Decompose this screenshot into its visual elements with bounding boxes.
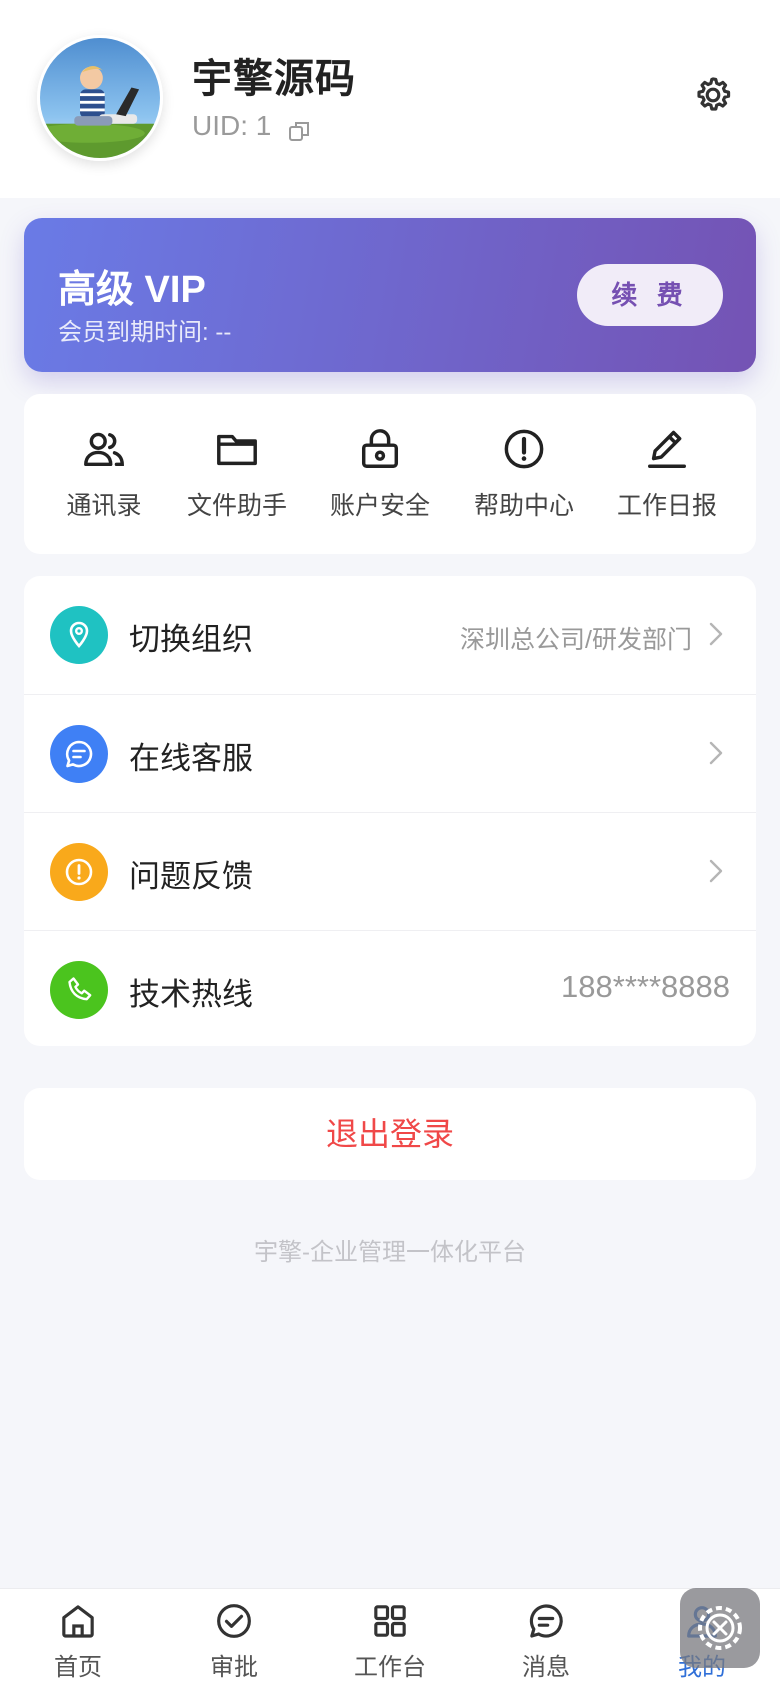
edit-icon xyxy=(648,430,686,468)
tab-label: 审批 xyxy=(210,1654,258,1681)
vip-title: 高级 VIP xyxy=(58,269,206,311)
home-icon xyxy=(62,1605,94,1638)
menu-item-hotline[interactable]: 技术热线 188****8888 xyxy=(24,930,756,1048)
logout-button[interactable]: 退出登录 xyxy=(24,1088,756,1180)
tab-label: 工作台 xyxy=(354,1654,426,1681)
shortcut-label: 文件助手 xyxy=(186,492,287,520)
platform-footer-text: 宇擎-企业管理一体化平台 xyxy=(254,1239,526,1266)
menu-item-value: 深圳总公司/研发部门 xyxy=(460,626,692,654)
avatar[interactable] xyxy=(37,35,163,161)
uid-text: UID: 1 xyxy=(192,110,272,141)
menu-item-label: 在线客服 xyxy=(129,741,253,776)
tab-workbench[interactable]: 工作台 xyxy=(330,1601,450,1682)
folder-icon xyxy=(217,434,257,466)
shortcut-label: 工作日报 xyxy=(616,492,717,520)
menu-item-feedback[interactable]: 问题反馈 xyxy=(24,812,756,930)
shortcut-grid: 通讯录 文件助手 账户安全 帮助中心 工作日报 xyxy=(24,394,756,554)
settings-gear-icon[interactable] xyxy=(692,74,734,116)
vip-expire-text: 会员到期时间: -- xyxy=(58,319,232,346)
menu-item-label: 切换组织 xyxy=(129,622,253,657)
avatar-image xyxy=(40,38,160,158)
shortcut-security[interactable]: 账户安全 xyxy=(310,426,450,522)
shortcut-daily-report[interactable]: 工作日报 xyxy=(597,426,737,522)
tab-approval[interactable]: 审批 xyxy=(174,1601,294,1682)
uid-row: UID: 1 xyxy=(192,110,311,142)
chevron-right-icon xyxy=(709,622,723,646)
check-circle-icon xyxy=(217,1604,251,1638)
menu-item-label: 问题反馈 xyxy=(129,859,253,894)
hotline-number[interactable]: 188****8888 xyxy=(561,969,730,1005)
gear-close-icon xyxy=(698,1606,742,1650)
contacts-icon xyxy=(84,432,124,467)
phone-icon xyxy=(50,961,108,1019)
message-icon xyxy=(529,1604,563,1638)
tab-label: 消息 xyxy=(522,1654,570,1681)
shortcut-help[interactable]: 帮助中心 xyxy=(454,426,594,522)
grid-icon xyxy=(374,1605,406,1637)
alert-circle-icon xyxy=(504,429,544,469)
bottom-tab-bar: 首页 审批 工作台 消息 我的 xyxy=(0,1588,780,1688)
menu-item-online-service[interactable]: 在线客服 xyxy=(24,694,756,812)
shortcut-label: 账户安全 xyxy=(329,492,430,520)
floating-settings-button[interactable] xyxy=(680,1588,760,1668)
chevron-right-icon xyxy=(709,741,723,765)
profile-header: 宇擎源码 UID: 1 xyxy=(0,0,780,198)
tab-home[interactable]: 首页 xyxy=(18,1601,138,1682)
vip-card: 高级 VIP 会员到期时间: -- 续 费 xyxy=(24,218,756,372)
chat-icon xyxy=(50,725,108,783)
shortcut-label: 通讯录 xyxy=(66,492,142,520)
user-name: 宇擎源码 xyxy=(192,57,356,101)
tab-messages[interactable]: 消息 xyxy=(486,1601,606,1682)
menu-item-switch-org[interactable]: 切换组织 深圳总公司/研发部门 xyxy=(24,576,756,694)
location-icon xyxy=(50,606,108,664)
shortcut-label: 帮助中心 xyxy=(473,492,574,520)
menu-item-label: 技术热线 xyxy=(129,977,253,1012)
shortcut-files[interactable]: 文件助手 xyxy=(167,426,307,522)
tab-label: 首页 xyxy=(54,1654,102,1681)
settings-menu: 切换组织 深圳总公司/研发部门 在线客服 问题反馈 技术热线 188****88… xyxy=(24,576,756,1046)
chevron-right-icon xyxy=(709,859,723,883)
lock-icon xyxy=(361,429,399,468)
renew-button[interactable]: 续 费 xyxy=(577,264,723,326)
copy-icon[interactable] xyxy=(287,118,311,142)
shortcut-contacts[interactable]: 通讯录 xyxy=(34,426,174,522)
alert-icon xyxy=(50,843,108,901)
